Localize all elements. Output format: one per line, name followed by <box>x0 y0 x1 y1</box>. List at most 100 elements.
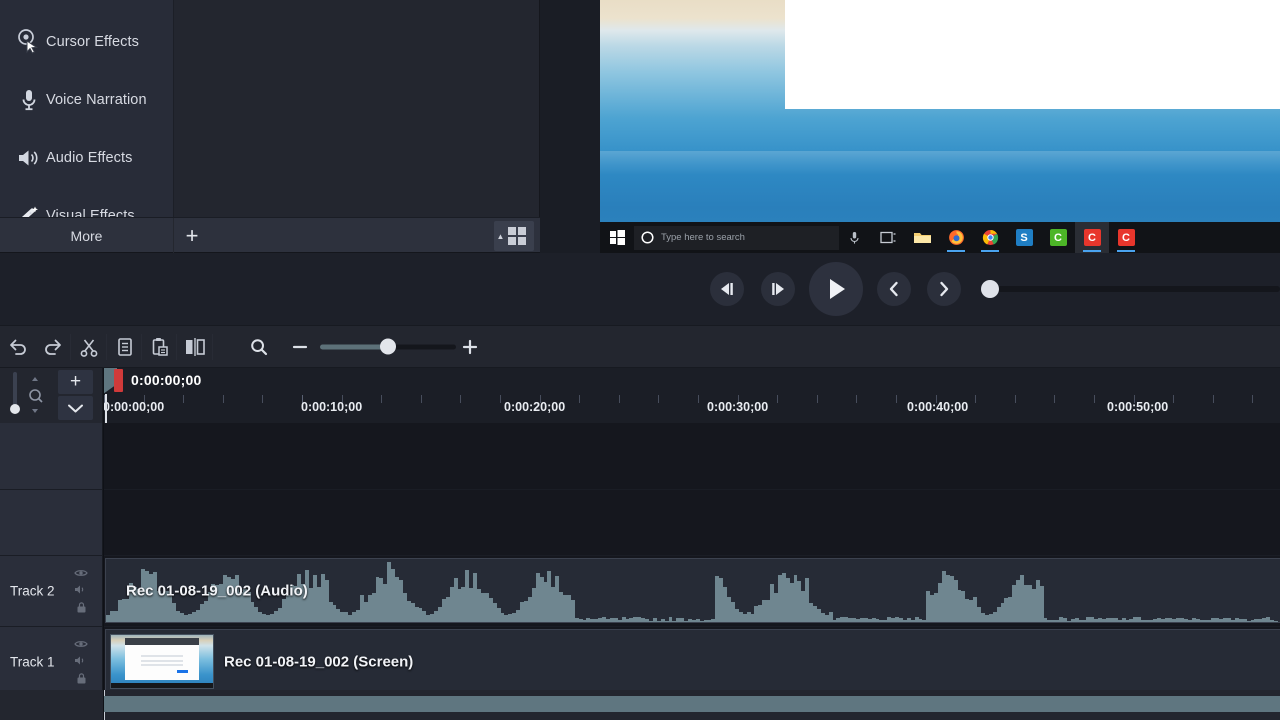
search-input[interactable]: Type here to search <box>634 226 839 250</box>
start-button[interactable] <box>600 222 634 253</box>
player-controls <box>0 253 1280 325</box>
paste-button[interactable] <box>142 326 177 368</box>
add-track-button[interactable]: + <box>58 370 93 394</box>
track-header-empty-2[interactable] <box>0 490 103 556</box>
track-body-empty-2[interactable] <box>103 490 1280 556</box>
undo-button[interactable] <box>0 326 35 368</box>
taskbar-apps: S C C C <box>871 222 1143 253</box>
cursor-effects-icon <box>12 25 46 59</box>
audio-clip-label: Rec 01-08-19_002 (Audio) <box>126 582 308 599</box>
audio-clip[interactable]: Rec 01-08-19_002 (Audio) <box>105 558 1280 623</box>
ruler-label: 0:00:50;00 <box>1107 400 1168 414</box>
add-effect-button[interactable]: + <box>174 218 210 253</box>
lock-icon[interactable] <box>76 673 87 685</box>
camtasia-green-icon[interactable]: C <box>1041 222 1075 253</box>
add-track-label: + <box>70 371 81 393</box>
snagit-glyph: S <box>1016 229 1033 246</box>
camtasia-red-icon[interactable]: C <box>1075 222 1109 253</box>
snagit-icon[interactable]: S <box>1007 222 1041 253</box>
grid-view-button[interactable]: ▲ <box>494 221 534 251</box>
ruler-label: 0:00:00;00 <box>103 400 164 414</box>
volume-slider[interactable] <box>990 286 1280 292</box>
microphone-icon <box>12 83 46 117</box>
track-height-slider[interactable] <box>13 372 17 412</box>
effects-item-transitions[interactable] <box>0 0 174 13</box>
camtasia-red-icon-2[interactable]: C <box>1109 222 1143 253</box>
search-placeholder: Type here to search <box>661 232 745 243</box>
volume-slider-handle[interactable] <box>981 280 999 298</box>
track-header-empty-1[interactable] <box>0 423 103 490</box>
track-toggles-track-2 <box>74 569 88 614</box>
clip-thumbnail <box>110 634 214 689</box>
preview-canvas[interactable]: Create account Next English (United Stat… <box>540 0 1280 253</box>
more-button[interactable]: More <box>0 218 174 253</box>
camtasia-editor-window: Cursor Effects Voice Narration <box>0 0 1280 720</box>
effects-item-cursor-effects[interactable]: Cursor Effects <box>0 13 174 71</box>
camtasia-red-glyph-2: C <box>1118 229 1135 246</box>
expand-tracks-button[interactable] <box>58 396 93 420</box>
copy-button[interactable] <box>107 326 142 368</box>
effects-detail-panel <box>174 0 540 217</box>
zoom-slider-handle[interactable] <box>380 339 396 355</box>
timeline-lane-empty-2[interactable] <box>0 490 1280 556</box>
zoom-slider[interactable] <box>320 344 456 349</box>
effects-list: Cursor Effects Voice Narration <box>0 0 174 245</box>
cut-button[interactable] <box>71 326 106 368</box>
track-toggles-track-1 <box>74 640 88 685</box>
previous-marker-button[interactable] <box>877 272 911 306</box>
plus-label: + <box>186 223 199 249</box>
effects-item-label: Audio Effects <box>46 150 132 166</box>
cortana-mic-icon[interactable] <box>839 231 869 245</box>
zoom-in-button[interactable] <box>452 326 487 368</box>
play-button[interactable] <box>809 262 863 316</box>
track-name-track-1: Track 1 <box>10 655 55 670</box>
redo-button[interactable] <box>35 326 70 368</box>
timeline-horizontal-scrollbar[interactable] <box>103 696 1280 712</box>
more-label: More <box>71 228 103 244</box>
track-header-track-2[interactable]: Track 2 <box>0 556 103 627</box>
track-body-track-2[interactable]: Rec 01-08-19_002 (Audio) <box>103 556 1280 627</box>
effects-list-panel: Cursor Effects Voice Narration <box>0 0 174 217</box>
grid-view-icon <box>508 227 526 245</box>
track-header-track-1[interactable]: Track 1 <box>0 627 103 698</box>
track-zoom-icon[interactable] <box>26 376 44 414</box>
effects-item-label: Cursor Effects <box>46 34 139 50</box>
timeline-header-divider <box>103 368 104 720</box>
ruler-label: 0:00:20;00 <box>504 400 565 414</box>
track-body-empty-1[interactable] <box>103 423 1280 490</box>
timeline-lane-track-1[interactable]: Track 1 <box>0 627 1280 698</box>
ruler-label: 0:00:10;00 <box>301 400 362 414</box>
screen-clip[interactable]: Rec 01-08-19_002 (Screen) <box>105 629 1280 694</box>
eye-icon[interactable] <box>74 640 88 649</box>
screen-clip-label: Rec 01-08-19_002 (Screen) <box>224 653 413 670</box>
track-body-track-1[interactable]: Rec 01-08-19_002 (Screen) <box>103 627 1280 698</box>
speaker-icon[interactable] <box>74 656 88 666</box>
next-marker-button[interactable] <box>927 272 961 306</box>
timeline-ruler[interactable]: 0:00:00;00 0:00:00;00 0:00:10;00 0:00:20;0… <box>103 368 1280 423</box>
file-explorer-icon[interactable] <box>905 222 939 253</box>
next-frame-button[interactable] <box>761 272 795 306</box>
eye-icon[interactable] <box>74 569 88 578</box>
effects-item-audio-effects[interactable]: Audio Effects <box>0 129 174 187</box>
task-view-icon[interactable] <box>871 222 905 253</box>
windows-taskbar: Type here to search <box>600 222 1280 253</box>
magnifier-icon[interactable] <box>241 326 276 368</box>
ruler-labels: 0:00:00;00 0:00:10;00 0:00:20;00 0:00:30;00… <box>103 400 1280 423</box>
effects-item-voice-narration[interactable]: Voice Narration <box>0 71 174 129</box>
speaker-icon[interactable] <box>74 585 88 595</box>
zoom-out-button[interactable] <box>282 326 317 368</box>
playhead-timecode: 0:00:00;00 <box>131 372 202 388</box>
firefox-icon[interactable] <box>939 222 973 253</box>
browser-window: Create account Next English (United Stat… <box>785 0 1280 109</box>
timeline-lane-track-2[interactable]: Track 2 Rec 01-08-19_002 (Audio) <box>0 556 1280 627</box>
playhead-marker[interactable] <box>114 369 123 392</box>
track-name-track-2: Track 2 <box>10 584 55 599</box>
timeline-lane-empty-1[interactable] <box>0 423 1280 490</box>
chrome-icon[interactable] <box>973 222 1007 253</box>
split-button[interactable] <box>177 326 212 368</box>
edit-toolbar <box>0 325 1280 368</box>
lock-icon[interactable] <box>76 602 87 614</box>
previous-frame-button[interactable] <box>710 272 744 306</box>
ruler-label: 0:00:30;00 <box>707 400 768 414</box>
search-icon <box>641 231 654 244</box>
